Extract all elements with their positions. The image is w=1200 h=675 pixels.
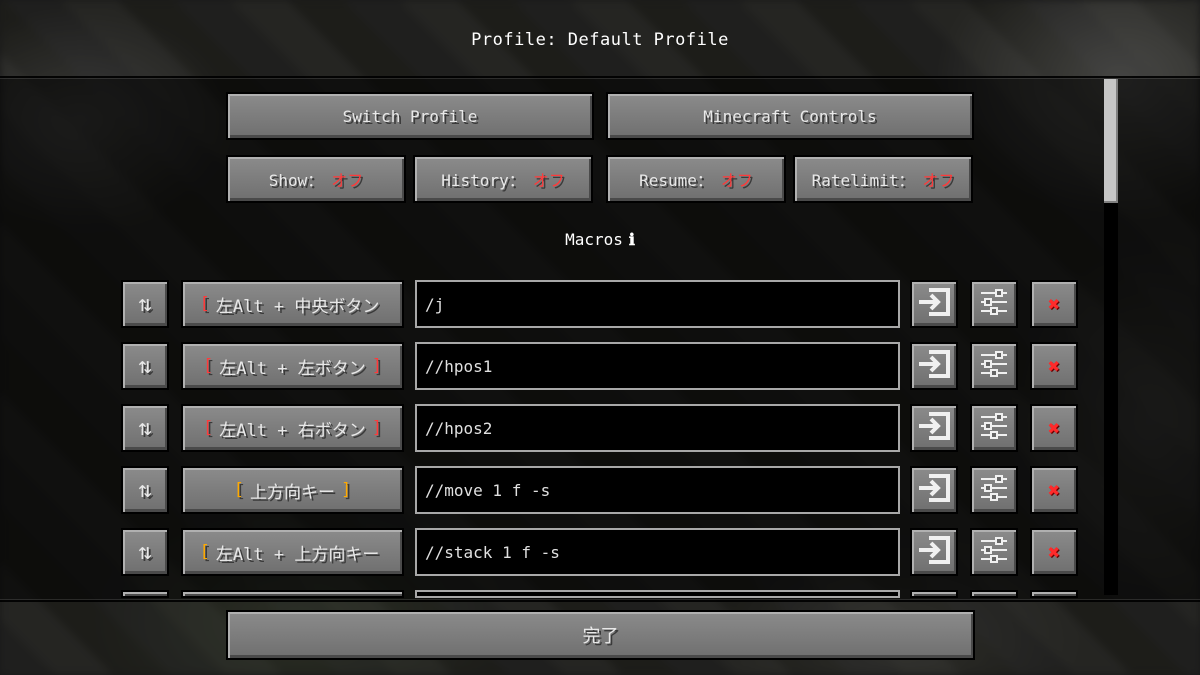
execute-icon bbox=[917, 535, 951, 569]
show-toggle-value: オフ bbox=[331, 171, 364, 190]
delete-button[interactable]: ✖ bbox=[1030, 280, 1078, 328]
macro-row: ⇅ [左Alt + 右ボタン] //hpos2 ✖ bbox=[0, 404, 1200, 454]
keybind-button-partial[interactable] bbox=[181, 590, 404, 598]
sliders-icon bbox=[979, 535, 1009, 569]
execute-icon bbox=[917, 411, 951, 445]
key-bracket-open: [ bbox=[203, 418, 214, 438]
delete-icon: ✖ bbox=[1047, 540, 1061, 564]
execute-button[interactable] bbox=[910, 280, 958, 328]
execute-button[interactable] bbox=[910, 466, 958, 514]
settings-scroll-area[interactable]: Switch Profile Minecraft Controls Show： オ… bbox=[0, 76, 1200, 602]
keybind-label: 左Alt + 左ボタン bbox=[219, 358, 366, 379]
history-toggle-label: History： bbox=[441, 171, 525, 190]
minecraft-controls-button[interactable]: Minecraft Controls bbox=[606, 92, 974, 140]
configure-button-partial[interactable] bbox=[970, 590, 1018, 598]
key-bracket-open: [ bbox=[233, 480, 244, 500]
page-title: Profile: Default Profile bbox=[471, 30, 729, 50]
info-icon[interactable]: ℹ bbox=[629, 230, 635, 249]
macros-section-title: Macros ℹ bbox=[0, 230, 1200, 249]
key-bracket-close: ] bbox=[341, 480, 352, 500]
macro-row: ⇅ [ 上方向キー] //move 1 f -s ✖ bbox=[0, 466, 1200, 516]
sliders-icon bbox=[979, 411, 1009, 445]
execute-icon bbox=[917, 287, 951, 321]
sliders-icon bbox=[979, 473, 1009, 507]
macro-row: ⇅ [左Alt + 中央ボタン /j ✖ bbox=[0, 280, 1200, 330]
keybind-button[interactable]: [左Alt + 上方向キー bbox=[181, 528, 404, 576]
delete-button[interactable]: ✖ bbox=[1030, 528, 1078, 576]
history-toggle-button[interactable]: History： オフ bbox=[413, 155, 593, 203]
delete-button-partial[interactable] bbox=[1030, 590, 1078, 598]
sliders-icon bbox=[979, 287, 1009, 321]
keybind-label: 左Alt + 右ボタン bbox=[219, 420, 366, 441]
key-bracket-open: [ bbox=[199, 294, 210, 314]
configure-button[interactable] bbox=[970, 404, 1018, 452]
keybind-button[interactable]: [ 上方向キー] bbox=[181, 466, 404, 514]
macro-row-partial bbox=[0, 590, 1200, 600]
ratelimit-toggle-value: オフ bbox=[922, 171, 955, 190]
key-bracket-close: ] bbox=[371, 418, 382, 438]
macros-title-text: Macros bbox=[565, 230, 623, 249]
resume-toggle-button[interactable]: Resume： オフ bbox=[606, 155, 786, 203]
macro-command-input[interactable]: /j bbox=[415, 280, 900, 328]
keybind-label: 上方向キー bbox=[250, 482, 335, 503]
execute-icon bbox=[917, 349, 951, 383]
resume-toggle-value: オフ bbox=[720, 171, 753, 190]
keybind-button[interactable]: [左Alt + 右ボタン] bbox=[181, 404, 404, 452]
macro-command-input[interactable]: //hpos2 bbox=[415, 404, 900, 452]
resume-toggle-label: Resume： bbox=[639, 171, 713, 190]
macro-command-input[interactable]: //stack 1 f -s bbox=[415, 528, 900, 576]
keybind-button[interactable]: [左Alt + 中央ボタン bbox=[181, 280, 404, 328]
sliders-icon bbox=[979, 349, 1009, 383]
configure-button[interactable] bbox=[970, 280, 1018, 328]
delete-button[interactable]: ✖ bbox=[1030, 466, 1078, 514]
execute-button[interactable] bbox=[910, 528, 958, 576]
delete-icon: ✖ bbox=[1047, 354, 1061, 378]
sort-handle-partial[interactable] bbox=[121, 590, 169, 598]
configure-button[interactable] bbox=[970, 528, 1018, 576]
sort-handle-icon[interactable]: ⇅ bbox=[121, 466, 169, 514]
macro-command-input[interactable]: //move 1 f -s bbox=[415, 466, 900, 514]
switch-profile-button[interactable]: Switch Profile bbox=[226, 92, 594, 140]
sort-handle-icon[interactable]: ⇅ bbox=[121, 342, 169, 390]
execute-button[interactable] bbox=[910, 342, 958, 390]
macro-command-input[interactable]: //hpos1 bbox=[415, 342, 900, 390]
history-toggle-value: オフ bbox=[532, 171, 565, 190]
execute-button[interactable] bbox=[910, 404, 958, 452]
delete-button[interactable]: ✖ bbox=[1030, 342, 1078, 390]
keybind-button[interactable]: [左Alt + 左ボタン] bbox=[181, 342, 404, 390]
key-bracket-close: ] bbox=[371, 356, 382, 376]
show-toggle-button[interactable]: Show： オフ bbox=[226, 155, 406, 203]
delete-icon: ✖ bbox=[1047, 292, 1061, 316]
delete-icon: ✖ bbox=[1047, 478, 1061, 502]
delete-icon: ✖ bbox=[1047, 416, 1061, 440]
sort-handle-icon[interactable]: ⇅ bbox=[121, 528, 169, 576]
key-bracket-open: [ bbox=[203, 356, 214, 376]
ratelimit-toggle-button[interactable]: Ratelimit： オフ bbox=[793, 155, 973, 203]
sort-handle-icon[interactable]: ⇅ bbox=[121, 404, 169, 452]
execute-icon bbox=[917, 473, 951, 507]
configure-button[interactable] bbox=[970, 466, 1018, 514]
done-button[interactable]: 完了 bbox=[226, 610, 975, 660]
ratelimit-toggle-label: Ratelimit： bbox=[811, 171, 915, 190]
scrollbar-track[interactable] bbox=[1104, 79, 1118, 595]
macro-command-input-partial[interactable] bbox=[415, 590, 900, 598]
scrollbar-thumb[interactable] bbox=[1104, 79, 1118, 203]
show-toggle-label: Show： bbox=[268, 171, 324, 190]
key-bracket-open: [ bbox=[199, 542, 210, 562]
execute-button-partial[interactable] bbox=[910, 590, 958, 598]
macro-row: ⇅ [左Alt + 左ボタン] //hpos1 ✖ bbox=[0, 342, 1200, 392]
keybind-label: 左Alt + 中央ボタン bbox=[215, 296, 380, 317]
configure-button[interactable] bbox=[970, 342, 1018, 390]
sort-handle-icon[interactable]: ⇅ bbox=[121, 280, 169, 328]
delete-button[interactable]: ✖ bbox=[1030, 404, 1078, 452]
macro-row: ⇅ [左Alt + 上方向キー //stack 1 f -s ✖ bbox=[0, 528, 1200, 578]
keybind-label: 左Alt + 上方向キー bbox=[215, 544, 380, 565]
